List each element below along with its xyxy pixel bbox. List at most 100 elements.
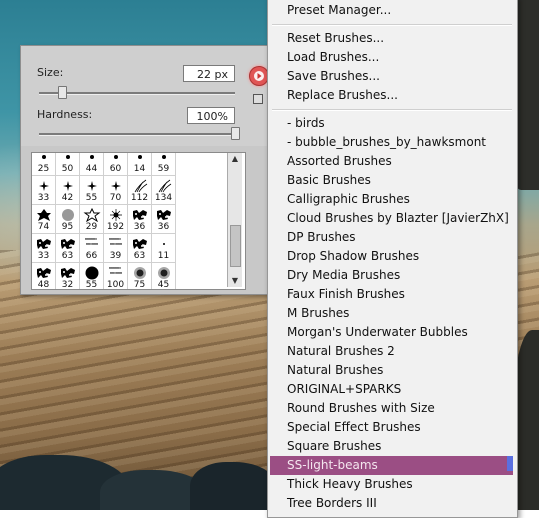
menu-item[interactable]: ORIGINAL+SPARKS bbox=[270, 380, 513, 399]
brush-preset-cell[interactable]: 59 bbox=[152, 153, 176, 176]
brush-preset-cell[interactable]: 11 bbox=[152, 234, 176, 263]
brush-preset-cell[interactable]: 50 bbox=[56, 153, 80, 176]
menu-item[interactable]: - birds bbox=[270, 114, 513, 133]
brush-preset-cell[interactable]: 112 bbox=[128, 176, 152, 205]
menu-item[interactable]: Drop Shadow Brushes bbox=[270, 247, 513, 266]
brush-tip-icon bbox=[155, 208, 173, 222]
right-arrow-circle-icon bbox=[254, 71, 264, 81]
brush-preset-cell[interactable]: 55 bbox=[80, 263, 104, 290]
menu-item[interactable]: Special Effect Brushes bbox=[270, 418, 513, 437]
scroll-up-arrow-icon[interactable]: ▲ bbox=[228, 153, 242, 165]
menu-item[interactable]: Tree Borders III bbox=[270, 494, 513, 513]
brush-tip-icon bbox=[59, 237, 77, 251]
brush-preset-cell[interactable]: 66 bbox=[80, 234, 104, 263]
menu-item[interactable]: Preset Manager... bbox=[270, 1, 513, 20]
brush-size-label: 25 bbox=[37, 164, 50, 174]
brush-tip-icon bbox=[59, 266, 77, 280]
brush-preset-cell[interactable]: 36 bbox=[152, 205, 176, 234]
brush-preset-cell[interactable]: 25 bbox=[32, 153, 56, 176]
highlight-edge bbox=[507, 456, 513, 471]
brush-size-label: 60 bbox=[109, 164, 122, 174]
brush-size-label: 63 bbox=[61, 251, 74, 261]
menu-item[interactable]: Thick Heavy Brushes bbox=[270, 475, 513, 494]
menu-item[interactable]: Replace Brushes... bbox=[270, 86, 513, 105]
menu-item[interactable]: M Brushes bbox=[270, 304, 513, 323]
menu-item[interactable]: Basic Brushes bbox=[270, 171, 513, 190]
scroll-down-arrow-icon[interactable]: ▼ bbox=[228, 275, 242, 287]
brush-preset-cell[interactable]: 32 bbox=[56, 263, 80, 290]
brush-tip-icon bbox=[107, 237, 125, 251]
scrollbar-thumb[interactable] bbox=[230, 225, 241, 267]
brush-preset-cell[interactable]: 44 bbox=[80, 153, 104, 176]
brush-preset-cell[interactable]: 95 bbox=[56, 205, 80, 234]
brush-preset-cell[interactable]: 74 bbox=[32, 205, 56, 234]
preset-scrollbar[interactable]: ▲ ▼ bbox=[227, 153, 242, 287]
hardness-slider-thumb[interactable] bbox=[231, 127, 240, 140]
brush-tip-icon bbox=[131, 237, 149, 251]
brush-preset-cell[interactable]: 33 bbox=[32, 234, 56, 263]
menu-item[interactable]: Cloud Brushes by Blazter [JavierZhX] bbox=[270, 209, 513, 228]
size-slider-thumb[interactable] bbox=[57, 86, 67, 99]
brush-size-label: 70 bbox=[109, 193, 122, 203]
brush-size-label: 32 bbox=[61, 280, 74, 290]
size-slider-track[interactable] bbox=[39, 92, 235, 95]
brush-preset-cell[interactable]: 45 bbox=[152, 263, 176, 290]
brush-size-label: 11 bbox=[157, 251, 170, 261]
brush-preset-cell[interactable]: 55 bbox=[80, 176, 104, 205]
brush-preset-cell[interactable]: 100 bbox=[104, 263, 128, 290]
hardness-slider-track[interactable] bbox=[39, 133, 235, 136]
brush-preset-cell[interactable]: 39 bbox=[104, 234, 128, 263]
brush-tip-icon bbox=[59, 153, 77, 164]
menu-item[interactable]: Square Brushes bbox=[270, 437, 513, 456]
brush-size-label: 100 bbox=[106, 280, 125, 290]
brush-tip-icon bbox=[59, 179, 77, 193]
brush-flyout-menu: Preset Manager... Reset Brushes... Load Br… bbox=[267, 0, 518, 518]
menu-item[interactable]: Calligraphic Brushes bbox=[270, 190, 513, 209]
brush-tip-icon bbox=[131, 153, 149, 164]
brush-preset-cell[interactable]: 29 bbox=[80, 205, 104, 234]
menu-item[interactable]: DP Brushes bbox=[270, 228, 513, 247]
brush-tip-icon bbox=[155, 237, 173, 251]
menu-item[interactable]: Dry Media Brushes bbox=[270, 266, 513, 285]
brush-size-label: 112 bbox=[130, 193, 149, 203]
brush-size-label: 74 bbox=[37, 222, 50, 232]
menu-item[interactable]: Morgan's Underwater Bubbles bbox=[270, 323, 513, 342]
brush-preset-cell[interactable]: 33 bbox=[32, 176, 56, 205]
menu-item[interactable]: Save Brushes... bbox=[270, 67, 513, 86]
brush-size-label: 55 bbox=[85, 280, 98, 290]
brush-preset-cell[interactable]: 75 bbox=[128, 263, 152, 289]
brush-preset-cell[interactable]: 60 bbox=[104, 153, 128, 176]
size-input[interactable]: 22 px bbox=[183, 65, 235, 82]
menu-item[interactable]: Natural Brushes bbox=[270, 361, 513, 380]
new-preset-icon[interactable] bbox=[253, 94, 263, 104]
menu-item[interactable]: SS-light-beams bbox=[270, 456, 513, 475]
brush-preset-cell[interactable]: 192 bbox=[104, 205, 128, 234]
brush-tip-icon bbox=[83, 266, 101, 280]
brush-size-label: 36 bbox=[157, 222, 170, 232]
brush-preset-cell[interactable]: 63 bbox=[56, 234, 80, 263]
menu-item[interactable]: Load Brushes... bbox=[270, 48, 513, 67]
brush-size-label: 63 bbox=[133, 251, 146, 261]
brush-size-label: 14 bbox=[133, 164, 146, 174]
menu-item[interactable]: Natural Brushes 2 bbox=[270, 342, 513, 361]
brush-preset-cell[interactable]: 48 bbox=[32, 263, 56, 289]
flyout-menu-button[interactable] bbox=[249, 66, 269, 86]
brush-preset-cell[interactable]: 134 bbox=[152, 176, 176, 205]
hardness-input[interactable]: 100% bbox=[187, 107, 235, 124]
brush-preset-cell[interactable]: 70 bbox=[104, 176, 128, 205]
brush-size-label: 29 bbox=[85, 222, 98, 232]
brush-preset-cell[interactable]: 63 bbox=[128, 234, 152, 263]
menu-item[interactable]: Faux Finish Brushes bbox=[270, 285, 513, 304]
menu-item[interactable]: Reset Brushes... bbox=[270, 29, 513, 48]
brush-size-label: 134 bbox=[154, 193, 173, 203]
brush-preset-cell[interactable]: 14 bbox=[128, 153, 152, 176]
menu-item[interactable]: Round Brushes with Size bbox=[270, 399, 513, 418]
brush-tip-icon bbox=[131, 179, 149, 193]
brush-size-label: 36 bbox=[133, 222, 146, 232]
brush-tip-icon bbox=[155, 266, 173, 280]
menu-item[interactable]: Assorted Brushes bbox=[270, 152, 513, 171]
brush-size-label: 45 bbox=[157, 280, 170, 290]
menu-item[interactable]: - bubble_brushes_by_hawksmont bbox=[270, 133, 513, 152]
brush-preset-cell[interactable]: 36 bbox=[128, 205, 152, 234]
brush-preset-cell[interactable]: 42 bbox=[56, 176, 80, 205]
